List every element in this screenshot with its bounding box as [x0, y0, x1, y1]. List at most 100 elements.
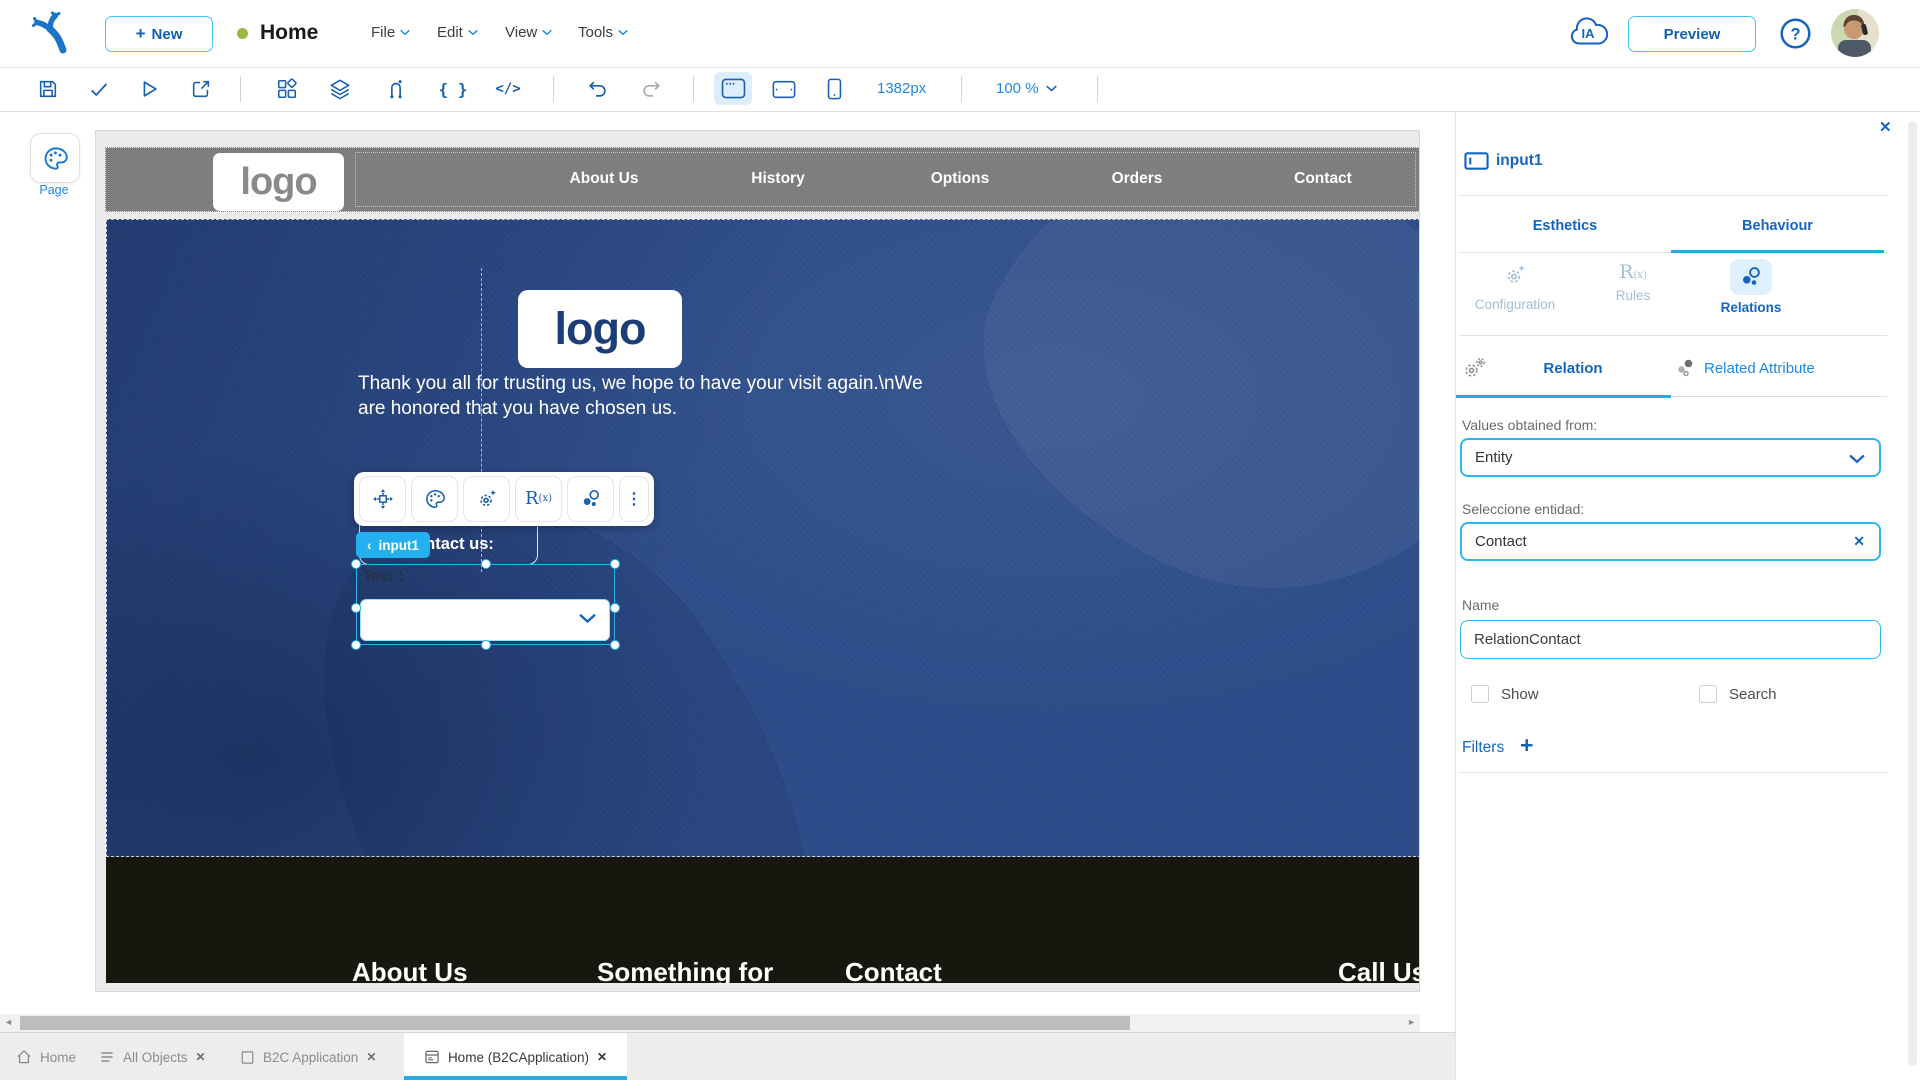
- esthetics-palette-icon[interactable]: [411, 476, 458, 522]
- toolbar-divider: [553, 76, 554, 102]
- name-input[interactable]: [1460, 620, 1881, 659]
- device-phone-icon[interactable]: [818, 73, 850, 105]
- app-logo-icon[interactable]: [30, 9, 78, 62]
- divider: [1459, 772, 1887, 773]
- preview-button[interactable]: Preview: [1628, 16, 1756, 52]
- site-hero-section[interactable]: logo Thank you all for trusting us, we h…: [106, 219, 1419, 857]
- more-options-icon[interactable]: ⋮: [619, 476, 649, 522]
- entity-value: Contact: [1475, 533, 1527, 550]
- input-widget-dropdown[interactable]: [360, 599, 610, 641]
- footer-about[interactable]: About Us: [352, 957, 468, 983]
- relation-gears-icon: [1462, 355, 1488, 386]
- tab-home-b2capplication-active[interactable]: Home (B2CApplication) ✕: [404, 1033, 627, 1080]
- site-nav-orders[interactable]: Orders: [1112, 170, 1163, 188]
- scroll-right-arrow[interactable]: ►: [1407, 1017, 1416, 1027]
- device-tablet-icon[interactable]: [768, 73, 800, 105]
- resize-handle[interactable]: [351, 602, 361, 613]
- reltab-related-attribute[interactable]: Related Attribute: [1704, 360, 1815, 377]
- rules-r: R: [524, 488, 539, 509]
- resize-handle[interactable]: [480, 559, 491, 569]
- resize-handle[interactable]: [480, 640, 491, 650]
- tab-home[interactable]: Home: [16, 1033, 76, 1080]
- footer-call-us[interactable]: Call Us: [1338, 957, 1419, 983]
- tab-all-objects[interactable]: All Objects ✕: [99, 1033, 206, 1080]
- chevron-down-icon: [618, 30, 628, 36]
- subtab-rules[interactable]: R(x) Rules: [1574, 261, 1692, 304]
- redo-icon[interactable]: [635, 73, 667, 105]
- move-icon[interactable]: [359, 476, 406, 522]
- resize-handle[interactable]: [610, 602, 620, 613]
- widget-selection-box[interactable]: Text 1: [351, 559, 620, 650]
- close-icon[interactable]: ✕: [366, 1050, 376, 1064]
- site-logo[interactable]: logo: [213, 153, 344, 211]
- rules-icon[interactable]: R (x): [515, 476, 562, 522]
- device-desktop-icon[interactable]: [714, 72, 752, 105]
- show-checkbox[interactable]: [1471, 685, 1489, 703]
- tab-b2c-application[interactable]: B2C Application ✕: [240, 1033, 376, 1080]
- reltab-relation[interactable]: Relation: [1518, 360, 1628, 377]
- resize-handle[interactable]: [351, 640, 361, 650]
- input-widget-label: Text 1: [363, 568, 406, 585]
- menu-tools[interactable]: Tools: [578, 24, 628, 41]
- footer-something[interactable]: Something for: [597, 957, 773, 983]
- site-footer[interactable]: About Us Something for Contact Call Us: [106, 857, 1419, 983]
- resize-handle[interactable]: [610, 640, 620, 650]
- close-icon[interactable]: ✕: [597, 1050, 607, 1064]
- menu-edit[interactable]: Edit: [437, 24, 478, 41]
- resize-handle[interactable]: [610, 559, 620, 569]
- undo-icon[interactable]: [582, 73, 614, 105]
- site-nav-about[interactable]: About Us: [570, 170, 639, 188]
- menu-file[interactable]: File: [371, 24, 410, 41]
- canvas-horizontal-scrollbar[interactable]: ◄ ►: [0, 1014, 1420, 1032]
- site-header[interactable]: logo About Us History Options Orders Con…: [105, 147, 1419, 212]
- validate-check-icon[interactable]: [83, 73, 115, 105]
- hero-logo[interactable]: logo: [518, 290, 682, 368]
- active-tab-underline: [404, 1076, 627, 1080]
- components-icon[interactable]: [271, 73, 303, 105]
- help-icon[interactable]: ?: [1779, 17, 1812, 55]
- selected-widget-tag[interactable]: ‹ input1: [356, 532, 430, 558]
- footer-contact[interactable]: Contact: [845, 957, 942, 983]
- entity-select[interactable]: Contact ✕: [1460, 522, 1881, 561]
- scroll-left-arrow[interactable]: ◄: [4, 1017, 13, 1027]
- relations-icon[interactable]: [567, 476, 614, 522]
- site-nav-history[interactable]: History: [751, 170, 804, 188]
- toolbar-divider: [240, 76, 241, 102]
- site-nav-options[interactable]: Options: [931, 170, 990, 188]
- configuration-gear-icon[interactable]: [463, 476, 510, 522]
- save-icon[interactable]: [32, 73, 64, 105]
- hero-paragraph[interactable]: Thank you all for trusting us, we hope t…: [358, 371, 968, 421]
- values-obtained-select[interactable]: Entity: [1460, 438, 1881, 477]
- menu-view[interactable]: View: [505, 24, 552, 41]
- export-icon[interactable]: [185, 73, 217, 105]
- braces-icon[interactable]: { }: [437, 73, 469, 105]
- new-button[interactable]: + New: [105, 16, 213, 52]
- panel-close-icon[interactable]: ✕: [1879, 118, 1892, 136]
- tab-esthetics[interactable]: Esthetics: [1459, 218, 1671, 234]
- run-play-icon[interactable]: [133, 73, 165, 105]
- filters-label[interactable]: Filters: [1462, 739, 1504, 757]
- subtab-configuration[interactable]: Configuration: [1456, 263, 1574, 312]
- flow-connector-icon[interactable]: [380, 73, 412, 105]
- panel-scrollbar[interactable]: [1908, 121, 1917, 1066]
- site-nav-contact[interactable]: Contact: [1294, 170, 1352, 188]
- preview-button-label: Preview: [1663, 25, 1721, 43]
- ia-assistant-icon[interactable]: IA: [1566, 12, 1612, 54]
- subtab-relations-active[interactable]: Relations: [1692, 259, 1810, 315]
- zoom-level-dropdown[interactable]: 100 %: [996, 80, 1057, 97]
- page-styles-button[interactable]: [30, 133, 80, 183]
- layers-icon[interactable]: [324, 73, 356, 105]
- design-canvas[interactable]: logo About Us History Options Orders Con…: [95, 130, 1420, 992]
- avatar[interactable]: [1831, 9, 1879, 57]
- resize-handle[interactable]: [351, 559, 361, 569]
- divider: [1459, 195, 1887, 196]
- close-icon[interactable]: ✕: [196, 1050, 206, 1064]
- add-filter-icon[interactable]: +: [1520, 732, 1533, 759]
- scrollbar-thumb[interactable]: [20, 1016, 1130, 1030]
- code-icon[interactable]: </>: [492, 73, 524, 105]
- configuration-gear-icon: [1507, 265, 1525, 283]
- tab-behaviour[interactable]: Behaviour: [1671, 218, 1884, 234]
- rules-icon: R(x): [1619, 261, 1647, 283]
- clear-entity-icon[interactable]: ✕: [1853, 533, 1865, 550]
- search-checkbox[interactable]: [1699, 685, 1717, 703]
